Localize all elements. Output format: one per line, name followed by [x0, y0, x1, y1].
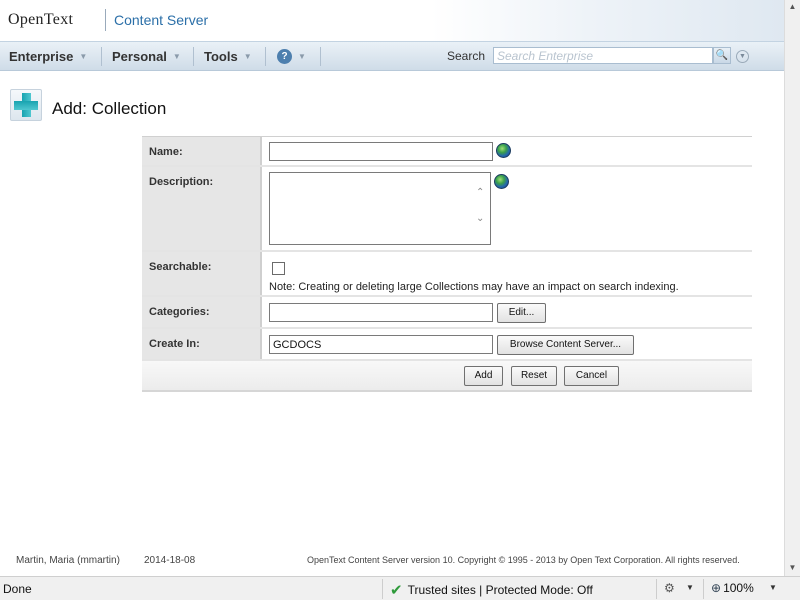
menu-tools-label: Tools: [204, 49, 238, 64]
status-divider: [382, 579, 383, 599]
cancel-button[interactable]: Cancel: [564, 366, 619, 386]
footer-copyright: OpenText Content Server version 10. Copy…: [307, 555, 740, 565]
name-label: Name:: [142, 137, 262, 165]
security-zone[interactable]: ✔ Trusted sites | Protected Mode: Off: [390, 581, 593, 599]
description-textarea[interactable]: ⌃ ⌄: [269, 172, 491, 245]
scroll-up-icon[interactable]: ▲: [785, 0, 800, 14]
menu-enterprise[interactable]: Enterprise ▼: [9, 49, 87, 64]
opentext-logo[interactable]: OpenText: [8, 11, 73, 29]
brand-divider: [105, 9, 106, 31]
protected-mode-icon[interactable]: ⚙: [664, 581, 675, 595]
menu-enterprise-label: Enterprise: [9, 49, 74, 64]
chevron-down-icon[interactable]: ▼: [769, 583, 777, 592]
search-label: Search: [447, 49, 486, 63]
help-icon: ?: [277, 49, 292, 64]
menu-divider: [320, 47, 321, 66]
chevron-down-icon[interactable]: ⌄: [476, 213, 484, 224]
categories-field[interactable]: [269, 303, 493, 322]
form-button-bar: Add Reset Cancel: [142, 361, 752, 392]
footer-user-link[interactable]: Martin, Maria (mmartin): [16, 555, 120, 566]
create-in-row: Create In: Browse Content Server...: [142, 329, 752, 361]
edit-categories-button[interactable]: Edit...: [497, 303, 546, 323]
footer-date: 2014-18-08: [144, 555, 196, 566]
description-label: Description:: [142, 167, 262, 250]
menu-personal[interactable]: Personal ▼: [112, 49, 181, 64]
reset-button[interactable]: Reset: [511, 366, 557, 386]
magnifier-icon: ⊕: [711, 581, 722, 595]
product-name[interactable]: Content Server: [114, 12, 208, 28]
menu-tools[interactable]: Tools ▼: [204, 49, 252, 64]
search-button[interactable]: 🔍: [713, 47, 731, 64]
searchable-note: Note: Creating or deleting large Collect…: [269, 281, 679, 293]
chevron-down-icon: ▼: [172, 52, 181, 61]
status-divider: [703, 579, 704, 599]
plus-icon: [10, 89, 42, 121]
menu-divider: [101, 47, 102, 66]
name-row: Name:: [142, 137, 752, 167]
categories-label: Categories:: [142, 297, 262, 327]
search-icon: 🔍: [715, 50, 729, 61]
browse-content-server-button[interactable]: Browse Content Server...: [497, 335, 634, 355]
menu-help[interactable]: ? ▼: [277, 49, 306, 64]
searchable-checkbox[interactable]: [272, 262, 285, 275]
zoom-level: 100%: [723, 581, 754, 595]
checkmark-icon: ✔: [390, 582, 403, 599]
chevron-up-icon[interactable]: ⌃: [476, 187, 484, 198]
name-field[interactable]: [269, 142, 493, 161]
chevron-down-icon[interactable]: ▼: [686, 583, 694, 592]
menu-divider: [193, 47, 194, 66]
global-menu-bar: Enterprise ▼ Personal ▼ Tools ▼ ? ▼ Sear…: [0, 41, 784, 71]
status-text: Done: [3, 582, 32, 596]
search-input[interactable]: [493, 47, 713, 64]
security-zone-label: Trusted sites | Protected Mode: Off: [407, 583, 593, 597]
chevron-down-icon: ▼: [243, 52, 252, 61]
chevron-down-icon: ▼: [298, 52, 306, 61]
brand-bar: OpenText Content Server: [0, 0, 784, 41]
menu-divider: [265, 47, 266, 66]
menu-personal-label: Personal: [112, 49, 167, 64]
status-divider: [656, 579, 657, 599]
scroll-down-icon[interactable]: ▼: [785, 561, 800, 575]
page-title: Add: Collection: [52, 99, 167, 118]
searchable-label: Searchable:: [142, 252, 262, 295]
search-options-chevron-icon[interactable]: ▼: [736, 50, 749, 63]
add-button[interactable]: Add: [464, 366, 503, 386]
page-scrollbar[interactable]: ▲ ▼: [784, 0, 800, 576]
create-in-field[interactable]: [269, 335, 493, 354]
add-collection-form: Name: Description: ⌃ ⌄ Searchable: Note:…: [142, 136, 752, 392]
globe-icon[interactable]: [496, 143, 511, 158]
searchable-row: Searchable: Note: Creating or deleting l…: [142, 252, 752, 297]
chevron-down-icon: ▼: [79, 52, 88, 61]
globe-icon[interactable]: [494, 174, 509, 189]
browser-status-bar: Done ✔ Trusted sites | Protected Mode: O…: [0, 576, 800, 600]
description-row: Description: ⌃ ⌄: [142, 167, 752, 252]
textarea-scrollbar[interactable]: ⌃ ⌄: [474, 173, 490, 244]
create-in-label: Create In:: [142, 329, 262, 359]
zoom-control[interactable]: ⊕ 100%: [711, 581, 754, 595]
categories-row: Categories: Edit...: [142, 297, 752, 329]
browser-viewport: OpenText Content Server Enterprise ▼ Per…: [0, 0, 784, 576]
